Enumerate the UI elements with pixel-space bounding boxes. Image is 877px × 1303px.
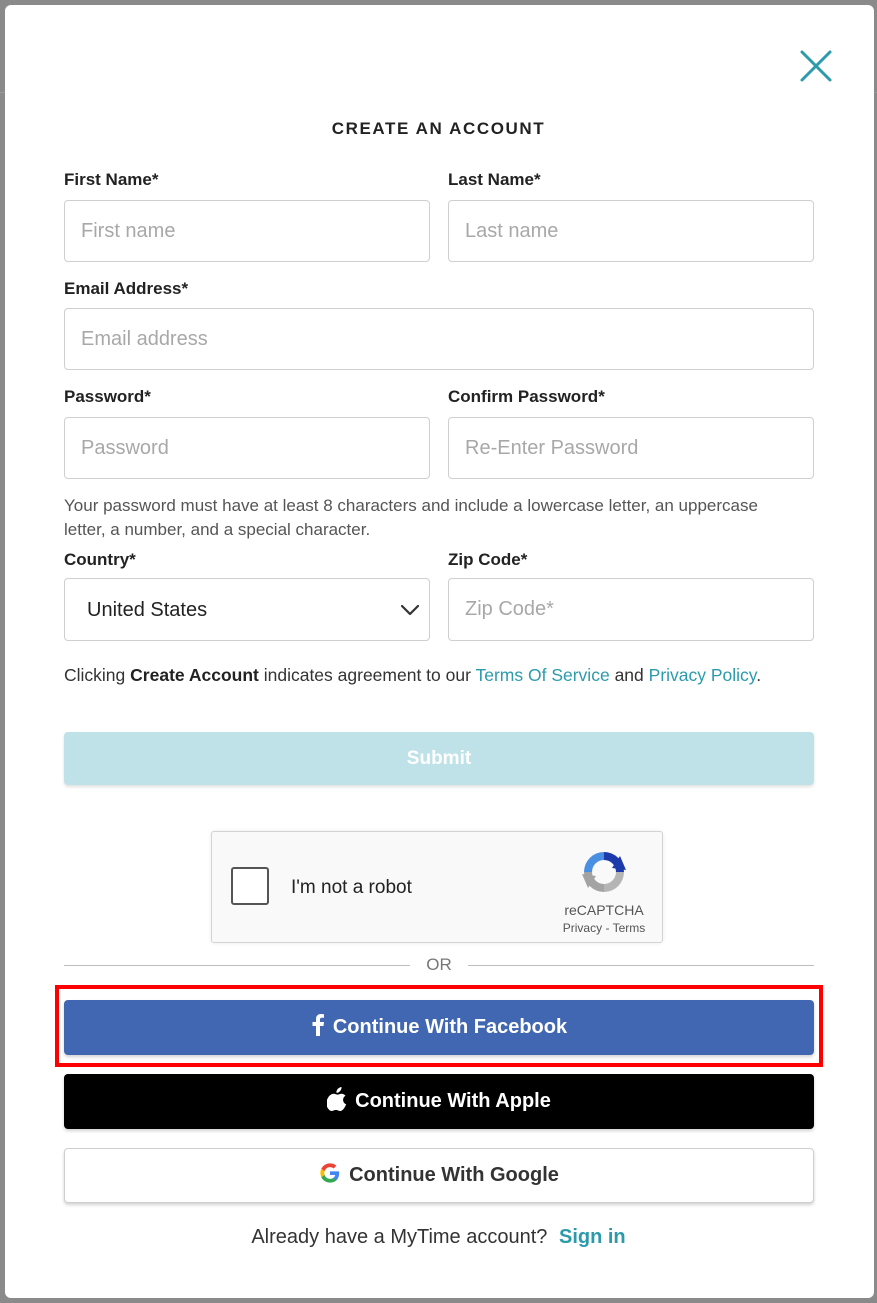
or-divider-text: OR (426, 955, 452, 974)
submit-button[interactable]: Submit (64, 732, 814, 785)
recaptcha-links: Privacy - Terms (552, 921, 656, 935)
continue-with-google-button[interactable]: Continue With Google (64, 1148, 814, 1203)
close-icon[interactable] (798, 48, 834, 84)
signin-prompt: Already have a MyTime account? Sign in (0, 1226, 877, 1249)
last-name-input[interactable] (448, 200, 814, 262)
recaptcha-checkbox[interactable] (231, 867, 269, 905)
first-name-label: First Name* (64, 170, 159, 189)
agreement-bold: Create Account (130, 665, 259, 685)
password-hint: Your password must have at least 8 chara… (64, 496, 758, 539)
country-select[interactable]: United States (64, 578, 430, 641)
first-name-input[interactable] (64, 200, 430, 262)
apple-button-label: Continue With Apple (355, 1090, 551, 1112)
terms-of-service-link[interactable]: Terms Of Service (475, 665, 609, 685)
recaptcha-widget: I'm not a robot reCAPTCHA Privacy - Term… (211, 831, 663, 943)
password-input[interactable] (64, 417, 430, 479)
agreement-and: and (614, 665, 644, 685)
last-name-label: Last Name* (448, 170, 541, 189)
agreement-prefix: Clicking (64, 665, 126, 685)
agreement-suffix: . (756, 665, 762, 685)
sign-in-link[interactable]: Sign in (559, 1226, 626, 1248)
apple-icon (326, 1086, 347, 1117)
recaptcha-label: I'm not a robot (291, 877, 412, 898)
recaptcha-separator: - (605, 921, 610, 935)
email-label: Email Address* (64, 279, 189, 298)
country-select-value: United States (87, 599, 208, 621)
google-button-label: Continue With Google (349, 1164, 559, 1186)
confirm-password-label: Confirm Password* (448, 387, 605, 406)
google-icon (319, 1162, 341, 1190)
zip-label: Zip Code* (448, 550, 528, 569)
recaptcha-terms-link[interactable]: Terms (613, 921, 646, 935)
agreement-middle: indicates agreement to our (263, 665, 471, 685)
recaptcha-privacy-link[interactable]: Privacy (563, 921, 602, 935)
recaptcha-icon (580, 848, 628, 901)
privacy-policy-link[interactable]: Privacy Policy (649, 665, 757, 685)
signin-prompt-text: Already have a MyTime account? (251, 1226, 548, 1248)
recaptcha-brand: reCAPTCHA (564, 902, 644, 918)
country-label: Country* (64, 550, 136, 569)
highlight-box (55, 985, 823, 1067)
agreement-text: Clicking Create Account indicates agreem… (64, 665, 761, 686)
email-input[interactable] (64, 308, 814, 370)
password-label: Password* (64, 387, 151, 406)
page-title: CREATE AN ACCOUNT (331, 119, 546, 138)
chevron-down-icon (397, 601, 423, 624)
continue-with-apple-button[interactable]: Continue With Apple (64, 1074, 814, 1129)
confirm-password-input[interactable] (448, 417, 814, 479)
zip-code-input[interactable] (448, 578, 814, 641)
divider-line-left (64, 965, 410, 966)
divider-line-right (468, 965, 814, 966)
